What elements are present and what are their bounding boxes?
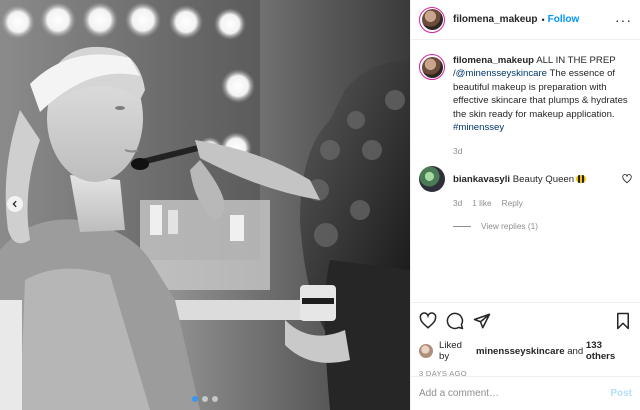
action-icons <box>419 311 632 331</box>
caption: filomena_makeup ALL IN THE PREP /@minens… <box>419 54 632 134</box>
carousel-dots <box>0 396 410 402</box>
view-replies-label: View replies (1) <box>481 221 539 232</box>
comment-meta: 3d 1 like Reply <box>453 198 632 208</box>
carousel-prev-button[interactable] <box>7 196 23 212</box>
view-replies-button[interactable]: View replies (1) <box>453 221 632 231</box>
likes-prefix: Liked by <box>439 340 462 362</box>
carousel-dot <box>192 396 198 402</box>
caption-hashtag[interactable]: #minenssey <box>453 122 504 133</box>
caption-mention[interactable]: @minensseyskincare <box>456 68 547 79</box>
likes-user[interactable]: minensseyskincare <box>476 346 565 357</box>
post-photo[interactable] <box>0 0 410 410</box>
commenter-username[interactable]: biankavasyli <box>453 174 510 185</box>
comment-item: biankavasyli Beauty Queen <box>419 166 632 193</box>
replies-line <box>453 225 471 227</box>
comment-body: Beauty Queen <box>512 173 575 185</box>
actions-section: Liked by minensseyskincare and 133 other… <box>411 302 640 378</box>
post-comment-button[interactable]: Post <box>610 388 632 399</box>
follow-button[interactable]: Follow <box>548 14 580 25</box>
caption-username[interactable]: filomena_makeup <box>453 55 534 66</box>
comment-reply-button[interactable]: Reply <box>502 198 523 208</box>
comment-text: biankavasyli Beauty Queen <box>453 173 587 185</box>
share-icon[interactable] <box>473 312 491 330</box>
carousel-dot <box>202 396 208 402</box>
carousel-dot <box>212 396 218 402</box>
author-avatar[interactable] <box>419 6 445 33</box>
makeup-scene-image <box>0 0 410 410</box>
author-username[interactable]: filomena_makeup <box>453 14 537 25</box>
post-side-panel: filomena_makeup • Follow filomena_makeup… <box>410 0 640 410</box>
comment-age: 3d <box>453 198 463 209</box>
comments-section: filomena_makeup ALL IN THE PREP /@minens… <box>411 40 640 302</box>
caption-text: filomena_makeup ALL IN THE PREP /@minens… <box>453 54 632 134</box>
comment-icon[interactable] <box>446 312 464 330</box>
bee-emoji-icon <box>576 175 587 184</box>
likes-others[interactable]: 133 others <box>586 340 632 362</box>
post-header: filomena_makeup • Follow <box>411 0 640 40</box>
comment-like-heart-icon[interactable] <box>622 174 632 184</box>
add-comment-bar: Add a comment… Post <box>411 376 640 410</box>
liker-avatar[interactable] <box>419 344 433 358</box>
comment-input[interactable]: Add a comment… <box>419 388 610 399</box>
commenter-avatar[interactable] <box>419 166 445 193</box>
bookmark-icon[interactable] <box>614 312 632 330</box>
likes-summary: Liked by minensseyskincare and 133 other… <box>419 340 632 362</box>
heart-icon[interactable] <box>419 312 437 330</box>
header-separator: • <box>541 14 545 25</box>
likes-and: and <box>567 345 584 357</box>
more-options-icon[interactable]: ··· <box>615 13 632 27</box>
comment-likes[interactable]: 1 like <box>472 198 491 208</box>
caption-age: 3d <box>453 146 463 157</box>
caption-avatar[interactable] <box>419 54 445 80</box>
chevron-left-icon <box>12 200 17 208</box>
